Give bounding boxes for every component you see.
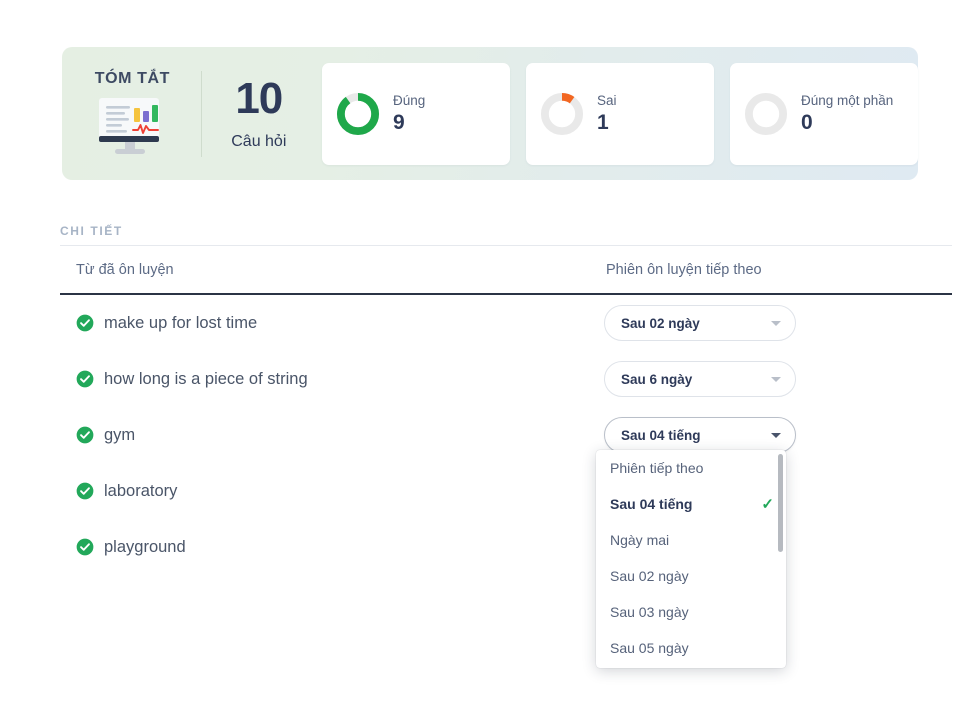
word-label: make up for lost time bbox=[104, 313, 258, 332]
dropdown-option-sau-04-tieng[interactable]: Sau 04 tiếng ✓ bbox=[596, 486, 786, 522]
summary-banner: TÓM TẮT 10 Câu hỏi Đúng 9 Sai 1 Đúng một… bbox=[62, 47, 918, 180]
stat-text-wrong: Sai 1 bbox=[597, 93, 617, 134]
next-session-select[interactable]: Sau 02 ngày bbox=[604, 305, 796, 341]
next-session-select-open[interactable]: Sau 04 tiếng bbox=[604, 417, 796, 453]
table-header-row: Từ đã ôn luyện Phiên ôn luyện tiếp theo bbox=[60, 246, 952, 293]
dropdown-option-label: Sau 03 ngày bbox=[610, 604, 689, 620]
chevron-down-icon bbox=[771, 376, 781, 382]
summary-title: TÓM TẮT bbox=[94, 70, 171, 87]
stat-text-partial: Đúng một phần 0 bbox=[801, 93, 893, 134]
stat-label-wrong: Sai bbox=[597, 92, 617, 108]
table-row: make up for lost time Sau 02 ngày bbox=[60, 295, 952, 351]
check-circle-icon bbox=[76, 314, 94, 332]
dropdown-option-label: Ngày mai bbox=[610, 532, 670, 548]
stat-value-partial: 0 bbox=[801, 110, 813, 134]
dropdown-option-label: Sau 05 ngày bbox=[610, 640, 689, 656]
chevron-down-icon bbox=[771, 320, 781, 326]
dropdown-option-label: Phiên tiếp theo bbox=[610, 460, 704, 476]
dropdown-option-ngay-mai[interactable]: Ngày mai bbox=[596, 522, 786, 558]
next-session-select-wrap: Sau 02 ngày bbox=[604, 305, 796, 341]
stat-value-correct: 9 bbox=[393, 110, 405, 134]
stat-card-wrong: Sai 1 bbox=[526, 62, 714, 165]
summary-title-block: TÓM TẮT bbox=[62, 70, 195, 157]
check-circle-icon bbox=[76, 426, 94, 444]
next-session-select-wrap: Sau 04 tiếng bbox=[604, 417, 796, 453]
dropdown-scrollbar[interactable] bbox=[778, 454, 783, 552]
stat-card-correct: Đúng 9 bbox=[322, 62, 510, 165]
dropdown-option-sau-02-ngay[interactable]: Sau 02 ngày bbox=[596, 558, 786, 594]
question-count-value: 10 bbox=[235, 73, 283, 123]
summary-results-page: TÓM TẮT 10 Câu hỏi Đúng 9 Sai 1 Đúng một… bbox=[0, 0, 978, 703]
stat-text-correct: Đúng 9 bbox=[393, 93, 425, 134]
monitor-chart-icon bbox=[99, 98, 160, 154]
word-label: playground bbox=[104, 537, 186, 556]
word-label: laboratory bbox=[104, 481, 178, 500]
next-session-select-value: Sau 6 ngày bbox=[621, 371, 693, 387]
dropdown-option-sau-03-ngay[interactable]: Sau 03 ngày bbox=[596, 594, 786, 630]
donut-chart-correct bbox=[336, 92, 380, 135]
stat-label-correct: Đúng bbox=[393, 92, 426, 108]
stat-cards: Đúng 9 Sai 1 Đúng một phần 0 bbox=[322, 62, 918, 165]
dropdown-option-sau-05-ngay[interactable]: Sau 05 ngày bbox=[596, 630, 786, 666]
table-row: playground bbox=[60, 519, 952, 575]
word-label: how long is a piece of string bbox=[104, 369, 308, 388]
question-count-block: 10 Câu hỏi bbox=[202, 73, 316, 151]
word-list: make up for lost time Sau 02 ngày how lo… bbox=[60, 295, 952, 575]
next-session-select-wrap: Sau 6 ngày bbox=[604, 361, 796, 397]
question-count-label: Câu hỏi bbox=[231, 132, 287, 150]
next-session-select-value: Sau 04 tiếng bbox=[621, 427, 701, 443]
next-session-select-value: Sau 02 ngày bbox=[621, 315, 700, 331]
table-row: gym Sau 04 tiếng bbox=[60, 407, 952, 463]
dropdown-option-label: Sau 04 tiếng bbox=[610, 496, 693, 512]
check-circle-icon bbox=[76, 370, 94, 388]
stat-label-partial: Đúng một phần bbox=[801, 92, 894, 108]
column-header-word: Từ đã ôn luyện bbox=[76, 261, 174, 278]
donut-chart-wrong bbox=[540, 92, 584, 135]
donut-chart-partial bbox=[744, 92, 788, 135]
word-label: gym bbox=[104, 425, 136, 444]
table-row: laboratory bbox=[60, 463, 952, 519]
stat-card-partial: Đúng một phần 0 bbox=[730, 62, 918, 165]
dropdown-option-label: Sau 02 ngày bbox=[610, 568, 689, 584]
stat-value-wrong: 1 bbox=[597, 110, 609, 134]
dropdown-option-phien-tiep-theo[interactable]: Phiên tiếp theo bbox=[596, 450, 786, 486]
check-circle-icon bbox=[76, 538, 94, 556]
column-header-next-session: Phiên ôn luyện tiếp theo bbox=[606, 261, 762, 278]
details-section-label: CHI TIẾT bbox=[60, 224, 123, 238]
check-circle-icon bbox=[76, 482, 94, 500]
next-session-select[interactable]: Sau 6 ngày bbox=[604, 361, 796, 397]
table-row: how long is a piece of string Sau 6 ngày bbox=[60, 351, 952, 407]
check-icon: ✓ bbox=[761, 496, 774, 513]
chevron-down-icon bbox=[771, 432, 781, 438]
next-session-dropdown-menu: Phiên tiếp theo Sau 04 tiếng ✓ Ngày mai … bbox=[596, 450, 786, 668]
